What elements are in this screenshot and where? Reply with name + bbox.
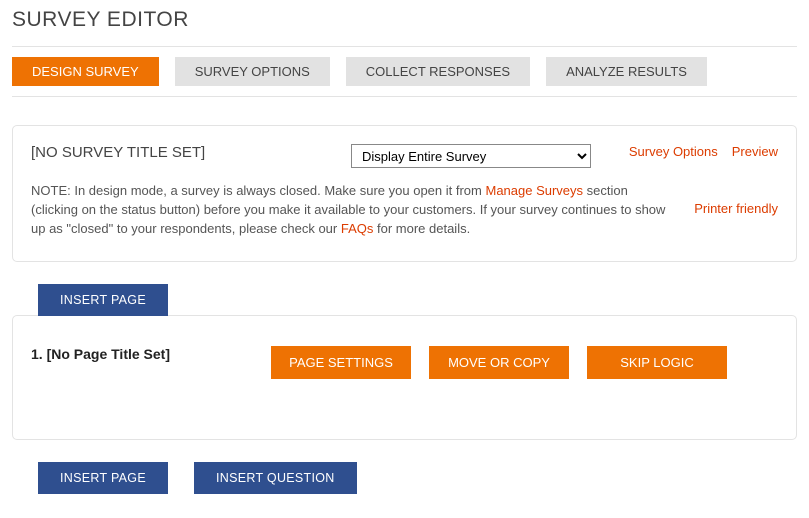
page-title: SURVEY EDITOR <box>12 8 797 32</box>
survey-info-panel: [NO SURVEY TITLE SET] Display Entire Sur… <box>12 125 797 262</box>
page-title-label: 1. [No Page Title Set] <box>31 346 251 362</box>
display-select[interactable]: Display Entire Survey <box>351 144 591 168</box>
survey-title: [NO SURVEY TITLE SET] <box>31 144 331 161</box>
top-links: Survey Options Preview <box>629 144 778 159</box>
note-row: NOTE: In design mode, a survey is always… <box>31 182 778 239</box>
side-link-wrap: Printer friendly <box>694 182 778 218</box>
tab-analyze-results[interactable]: ANALYZE RESULTS <box>546 57 707 86</box>
tabs: DESIGN SURVEY SURVEY OPTIONS COLLECT RES… <box>12 46 797 97</box>
move-or-copy-button[interactable]: MOVE OR COPY <box>429 346 569 379</box>
bottom-buttons-row: INSERT PAGE INSERT QUESTION <box>12 462 797 494</box>
insert-page-button-bottom[interactable]: INSERT PAGE <box>38 462 168 494</box>
faqs-link[interactable]: FAQs <box>341 221 374 236</box>
panel-top-row: [NO SURVEY TITLE SET] Display Entire Sur… <box>31 144 778 168</box>
skip-logic-button[interactable]: SKIP LOGIC <box>587 346 727 379</box>
note-text-1: NOTE: In design mode, a survey is always… <box>31 183 485 198</box>
survey-options-link[interactable]: Survey Options <box>629 144 718 159</box>
note-text-3: for more details. <box>373 221 470 236</box>
design-mode-note: NOTE: In design mode, a survey is always… <box>31 182 674 239</box>
insert-page-row-top: INSERT PAGE <box>12 284 797 316</box>
page-actions: PAGE SETTINGS MOVE OR COPY SKIP LOGIC <box>271 346 778 379</box>
page-settings-button[interactable]: PAGE SETTINGS <box>271 346 411 379</box>
page-panel: 1. [No Page Title Set] PAGE SETTINGS MOV… <box>12 315 797 440</box>
tab-design-survey[interactable]: DESIGN SURVEY <box>12 57 159 86</box>
manage-surveys-link[interactable]: Manage Surveys <box>485 183 583 198</box>
tab-collect-responses[interactable]: COLLECT RESPONSES <box>346 57 530 86</box>
printer-friendly-link[interactable]: Printer friendly <box>694 201 778 216</box>
tab-survey-options[interactable]: SURVEY OPTIONS <box>175 57 330 86</box>
insert-page-button[interactable]: INSERT PAGE <box>38 284 168 316</box>
preview-link[interactable]: Preview <box>732 144 778 159</box>
insert-question-button[interactable]: INSERT QUESTION <box>194 462 357 494</box>
